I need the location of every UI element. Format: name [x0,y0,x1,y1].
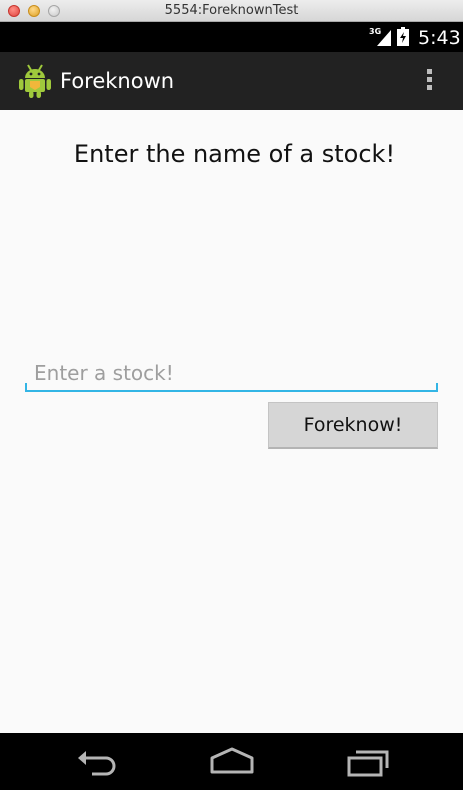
input-underline-right-edge [436,383,438,392]
back-icon[interactable] [74,746,120,780]
signal-3g-icon: 3G [369,27,391,46]
input-underline-left-edge [25,383,27,392]
status-clock: 5:43 [418,27,461,49]
window-title: 5554:ForeknownTest [164,3,299,18]
battery-icon [397,27,409,46]
android-robot-icon[interactable] [18,63,52,99]
overflow-menu-icon[interactable] [419,66,439,96]
app-title: Foreknown [60,69,175,93]
stock-input[interactable] [25,356,438,392]
page-heading: Enter the name of a stock! [73,140,396,168]
recents-icon[interactable] [343,746,391,778]
network-type-label: 3G [369,27,381,36]
home-icon[interactable] [208,746,256,776]
window-title-bar: 5554:ForeknownTest [0,0,463,22]
foreknow-button[interactable]: Foreknow! [268,402,438,449]
status-bar [0,22,463,52]
